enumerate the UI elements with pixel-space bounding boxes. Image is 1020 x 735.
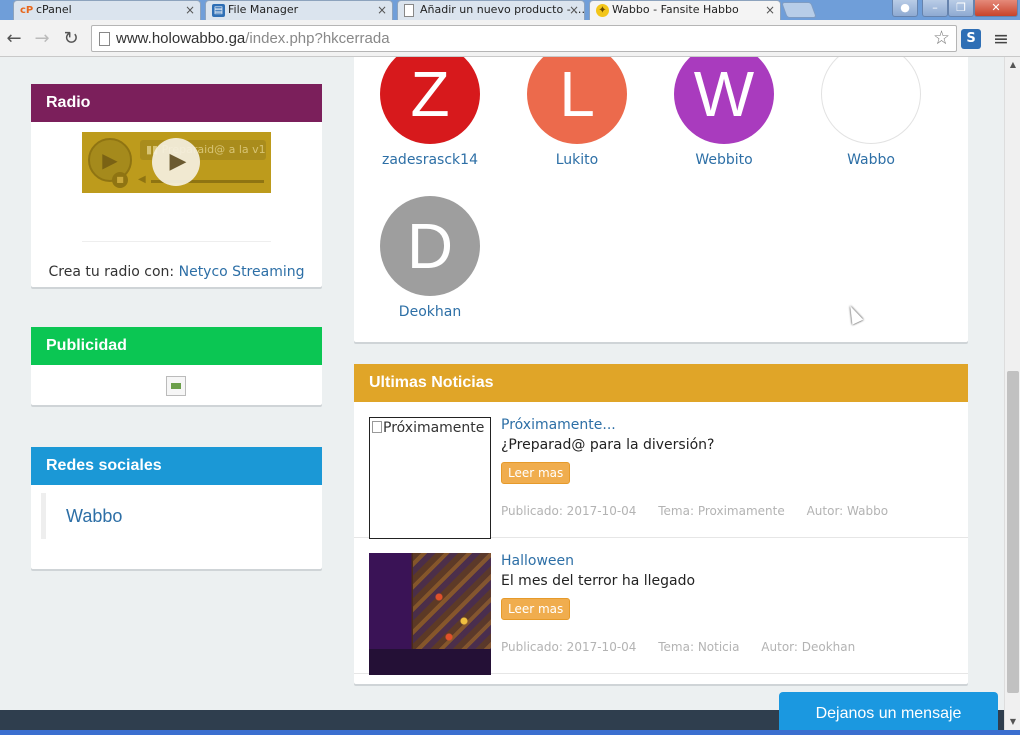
restore-icon[interactable]: ❐ [948,0,974,17]
news-item: Halloween El mes del terror ha llegado L… [354,538,968,675]
users-panel: Z zadesrasck14 L Lukito W Webbito Wabbo … [354,57,968,342]
news-panel: Ultimas Noticias Próximamente Próximamen… [354,364,968,684]
address-bar[interactable]: www.holowabbo.ga/index.php?hkcerrada ☆ [91,25,957,52]
user-card[interactable]: Wabbo [806,57,936,168]
menu-icon[interactable]: ≡ [993,28,1009,50]
radio-widget: Radio ▶ ▮▮ Preparaid@ a la v1 ■ ◀ ▶ Crea… [31,84,322,287]
window-close-icon[interactable]: ✕ [974,0,1018,17]
user-card[interactable]: L Lukito [512,57,642,168]
news-published: Publicado: 2017-10-04 [501,640,637,654]
social-link-wabbo[interactable]: Wabbo [66,506,122,526]
close-icon[interactable]: × [569,1,579,19]
read-more-button[interactable]: Leer mas [501,462,571,484]
close-icon[interactable]: × [377,1,387,19]
radio-widget-title: Radio [31,84,322,122]
news-item: Próximamente Próximamente... ¿Preparad@ … [354,402,968,539]
radio-player: ▶ ▮▮ Preparaid@ a la v1 ■ ◀ ▶ [82,132,271,193]
username[interactable]: Wabbo [806,152,936,168]
news-description: El mes del terror ha llegado [501,573,696,589]
username[interactable]: Webbito [659,152,789,168]
os-taskbar [0,730,1020,735]
username[interactable]: Deokhan [365,304,495,320]
tab-title: Wabbo - Fansite Habbo [612,3,739,16]
username[interactable]: zadesrasck14 [365,152,495,168]
tab-wabbo[interactable]: ✦ Wabbo - Fansite Habbo × [589,0,781,20]
social-widget-title: Redes sociales [31,447,322,485]
extension-icon[interactable]: S [961,29,981,49]
avatar[interactable]: Z [380,57,480,144]
user-card[interactable]: D Deokhan [365,196,495,320]
page-icon [404,4,414,17]
page-icon [99,32,110,46]
radio-credit-text: Crea tu radio con: [48,264,175,280]
tab-title: File Manager [228,3,299,16]
minimize-icon[interactable]: – [922,0,948,17]
image-detail [369,649,491,675]
play-overlay-icon[interactable]: ▶ [152,138,200,186]
social-links: Wabbo [41,493,311,539]
news-topic: Tema: Proximamente [658,504,785,518]
read-more-button[interactable]: Leer mas [501,598,571,620]
broken-image-icon [372,421,382,433]
ads-widget-title: Publicidad [31,327,322,365]
file-manager-icon: ▤ [212,4,225,17]
news-published: Publicado: 2017-10-04 [501,504,637,518]
broken-image-icon[interactable] [166,376,186,396]
url-path: /index.php?hkcerrada [245,30,390,47]
url-text: www.holowabbo.ga/index.php?hkcerrada [116,30,390,47]
news-description: ¿Preparad@ para la diversión? [501,437,715,453]
bookmark-star-icon[interactable]: ☆ [933,27,950,49]
news-topic: Tema: Noticia [658,640,740,654]
scroll-up-icon[interactable]: ▲ [1005,57,1020,73]
new-tab-button[interactable] [781,2,817,18]
forward-arrow-icon[interactable]: → [30,27,54,51]
scroll-down-icon[interactable]: ▼ [1005,714,1020,730]
avatar[interactable] [821,57,921,144]
news-meta: Publicado: 2017-10-04 Tema: Proximamente… [501,504,906,518]
cpanel-icon: cP [20,5,34,16]
news-meta: Publicado: 2017-10-04 Tema: Noticia Auto… [501,640,873,654]
avatar[interactable]: W [674,57,774,144]
wabbo-icon: ✦ [596,4,609,17]
netyco-streaming-link[interactable]: Netyco Streaming [179,264,305,280]
volume-icon[interactable]: ◀ [138,174,146,185]
url-host: www.holowabbo.ga [116,30,246,47]
news-image-alt: Próximamente [383,420,485,436]
tab-cpanel[interactable]: cP cPanel × [13,0,201,20]
avatar[interactable]: D [380,196,480,296]
avatar[interactable]: L [527,57,627,144]
stop-icon[interactable]: ■ [112,172,128,188]
tab-title: Añadir un nuevo producto - … [420,3,585,16]
tab-file-manager[interactable]: ▤ File Manager × [205,0,393,20]
news-image[interactable] [369,553,491,675]
user-card[interactable]: W Webbito [659,57,789,168]
back-arrow-icon[interactable]: ← [2,27,26,51]
username[interactable]: Lukito [512,152,642,168]
scrollbar-thumb[interactable] [1007,371,1019,693]
tab-title: cPanel [36,3,72,16]
social-widget: Redes sociales Wabbo [31,447,322,569]
page-scrollbar[interactable]: ▲ ▼ [1004,57,1020,730]
user-card[interactable]: Z zadesrasck14 [365,57,495,168]
radio-credit: Crea tu radio con: Netyco Streaming [31,262,322,282]
reload-icon[interactable]: ↻ [59,27,83,51]
news-author: Autor: Deokhan [761,640,856,654]
tab-nuevo-producto[interactable]: Añadir un nuevo producto - … × [397,0,585,20]
divider [82,241,271,242]
image-detail [429,573,479,653]
news-title[interactable]: Halloween [501,553,574,569]
page-viewport: Radio ▶ ▮▮ Preparaid@ a la v1 ■ ◀ ▶ Crea… [0,57,1004,710]
news-panel-title: Ultimas Noticias [354,364,968,402]
ads-widget: Publicidad [31,327,322,405]
browser-toolbar: ← → ↻ www.holowabbo.ga/index.php?hkcerra… [0,20,1020,57]
news-image[interactable]: Próximamente [369,417,491,539]
close-icon[interactable]: × [185,1,195,19]
news-author: Autor: Wabbo [806,504,889,518]
browser-tab-strip: cP cPanel × ▤ File Manager × Añadir un n… [0,0,1020,20]
user-icon[interactable]: ● [892,0,918,17]
news-title[interactable]: Próximamente... [501,417,616,433]
close-icon[interactable]: × [765,1,775,19]
chat-message-button[interactable]: Dejanos un mensaje [779,692,998,735]
